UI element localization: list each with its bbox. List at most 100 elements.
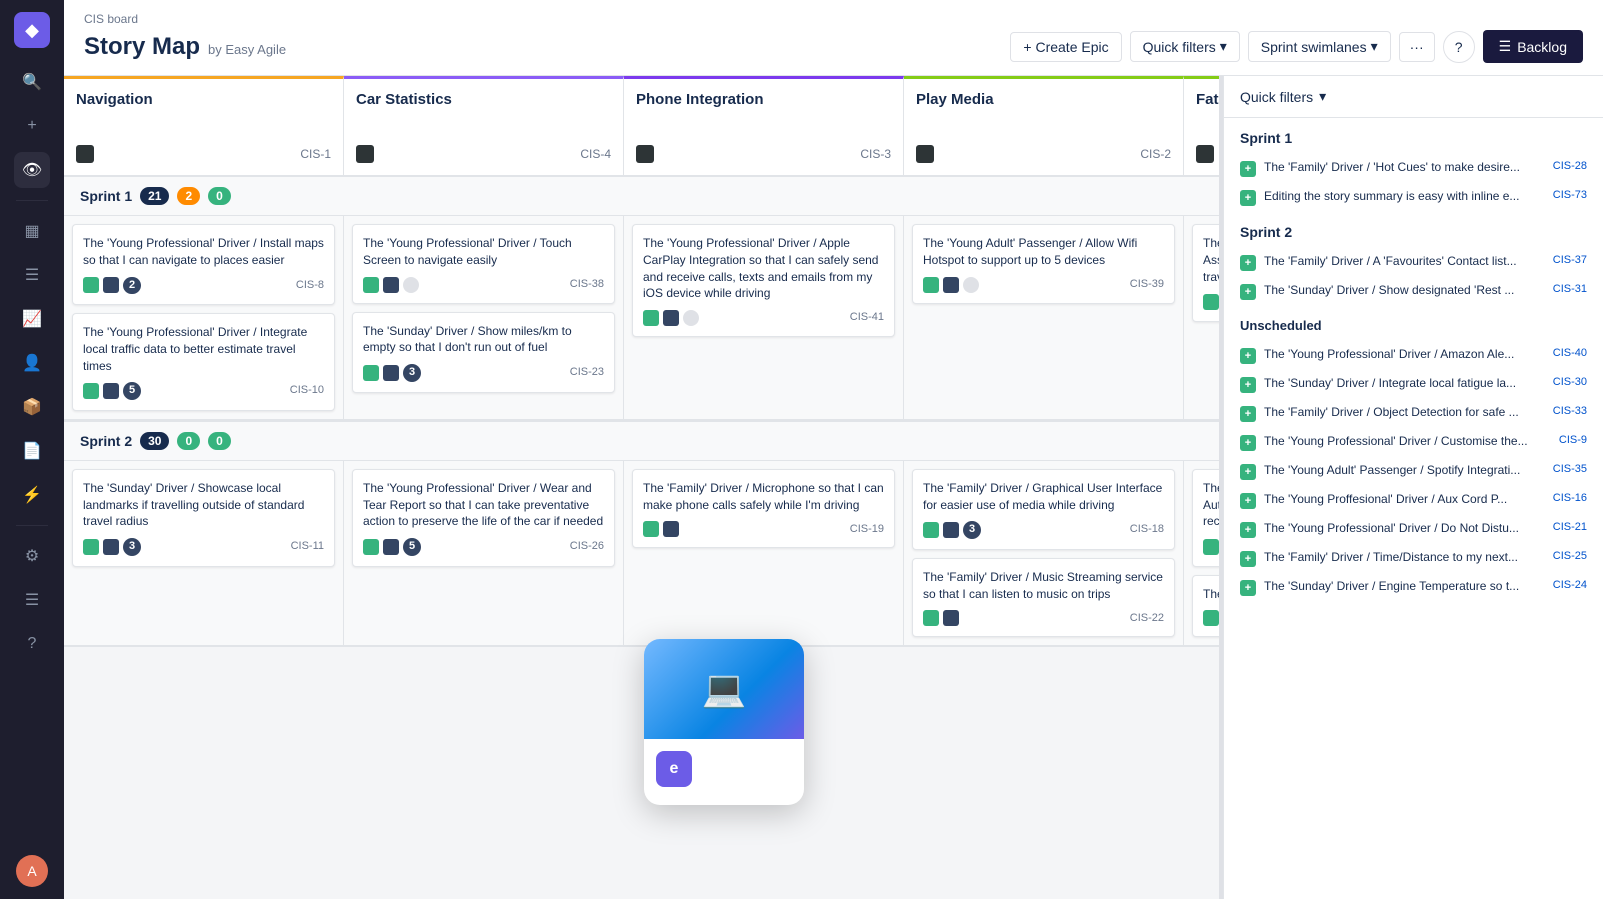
epic-footer-fatigue: CIS-5 [1196, 145, 1219, 163]
epic-car-statistics[interactable]: Car Statistics CIS-4 [344, 76, 624, 175]
sidebar-item-reports[interactable]: ⚡ [14, 477, 50, 513]
sprint-1-col-1: The 'Young Professional' Driver / Instal… [64, 216, 344, 419]
list-item[interactable]: The 'Sunday' Driver / Show designated 'R… [1232, 277, 1595, 306]
green-icon [923, 277, 939, 293]
epic-fatigue-management[interactable]: Fatigue Management CIS-5 [1184, 76, 1219, 175]
gray-circle-icon [963, 277, 979, 293]
backlog-item-ticket: CIS-31 [1553, 283, 1587, 295]
sprint-1-badge-green: 0 [208, 187, 231, 205]
user-avatar[interactable]: A [16, 855, 48, 887]
list-item[interactable]: The 'Family' Driver / Time/Distance to m… [1232, 544, 1595, 573]
list-item[interactable]: The 'Sunday' Driver / Integrate local fa… [1232, 370, 1595, 399]
sidebar-item-menu[interactable]: ☰ [14, 582, 50, 618]
sidebar-item-chart[interactable]: 📈 [14, 301, 50, 337]
story-card-cis39[interactable]: The 'Young Adult' Passenger / Allow Wifi… [912, 224, 1175, 304]
story-card-footer-cis38: CIS-38 [363, 277, 604, 293]
sidebar-item-board[interactable]: ▦ [14, 213, 50, 249]
story-card-fatigue-1[interactable]: The 'Sunday' Driver / Enable 'Tourist Mo… [1192, 224, 1219, 322]
help-button[interactable]: ? [1443, 31, 1475, 63]
more-button[interactable]: ··· [1399, 32, 1435, 62]
backlog-item-ticket: CIS-33 [1553, 405, 1587, 417]
list-item[interactable]: The 'Sunday' Driver / Engine Temperature… [1232, 573, 1595, 602]
story-card-cis38[interactable]: The 'Young Professional' Driver / Touch … [352, 224, 615, 304]
backlog-item-text: The 'Family' Driver / Object Detection f… [1264, 405, 1545, 421]
sidebar-item-eye[interactable]: 👁 [14, 152, 50, 188]
gray-circle-icon [403, 277, 419, 293]
green-icon [923, 522, 939, 538]
backlog-item-ticket: CIS-37 [1553, 254, 1587, 266]
sidebar-item-settings[interactable]: ⚙ [14, 538, 50, 574]
story-icon [1240, 190, 1256, 206]
sidebar-item-list[interactable]: ☰ [14, 257, 50, 293]
story-ticket: CIS-26 [570, 539, 604, 554]
list-item[interactable]: The 'Young Professional' Driver / Do Not… [1232, 515, 1595, 544]
story-card-cis10[interactable]: The 'Young Professional' Driver / Integr… [72, 313, 335, 411]
quick-filters-label: Quick filters [1143, 39, 1216, 55]
list-item[interactable]: The 'Family' Driver / 'Hot Cues' to make… [1232, 154, 1595, 183]
epic-footer-media: CIS-2 [916, 145, 1171, 163]
story-card-footer-cis10: 5 CIS-10 [83, 382, 324, 399]
list-item[interactable]: The 'Young Professional' Driver / Custom… [1232, 428, 1595, 457]
story-card-cis18[interactable]: The 'Family' Driver / Graphical User Int… [912, 469, 1175, 550]
app-logo[interactable]: ◆ [14, 12, 50, 48]
sidebar-item-user[interactable]: 👤 [14, 345, 50, 381]
create-epic-button[interactable]: + Create Epic [1010, 32, 1121, 62]
chevron-down-icon-right: ▾ [1319, 88, 1326, 105]
list-item[interactable]: The 'Family' Driver / Object Detection f… [1232, 399, 1595, 428]
list-item[interactable]: The 'Family' Driver / A 'Favourites' Con… [1232, 248, 1595, 277]
dark-icon [103, 539, 119, 555]
story-map[interactable]: Navigation CIS-1 Car Statistics CIS-4 [64, 76, 1219, 899]
story-card-icons: 2 [83, 277, 141, 294]
story-card-cis23[interactable]: The 'Sunday' Driver / Show miles/km to e… [352, 312, 615, 393]
sprint-swimlanes-label: Sprint swimlanes [1261, 39, 1367, 55]
epic-phone-integration[interactable]: Phone Integration CIS-3 [624, 76, 904, 175]
breadcrumb: CIS board [84, 12, 1583, 26]
story-card-cis7[interactable]: The 'Sunday' Driver / Time Driving Displ… [1192, 575, 1219, 638]
epic-play-media[interactable]: Play Media CIS-2 [904, 76, 1184, 175]
header-bottom: Story Map by Easy Agile + Create Epic Qu… [84, 30, 1583, 63]
story-card-cis6[interactable]: The 'Young Professional' Driver / Androi… [1192, 469, 1219, 567]
quick-filters-button[interactable]: Quick filters ▾ [1130, 31, 1240, 62]
list-item[interactable]: The 'Young Proffesional' Driver / Aux Co… [1232, 486, 1595, 515]
epic-title-fatigue: Fatigue Management [1196, 91, 1219, 108]
story-card-icons: 2 [1203, 293, 1219, 310]
epic-title-phone: Phone Integration [636, 91, 891, 108]
sprint-2-col-5: The 'Young Professional' Driver / Androi… [1184, 461, 1219, 646]
story-count: 3 [403, 364, 421, 381]
sprint-2-col-1: The 'Sunday' Driver / Showcase local lan… [64, 461, 344, 646]
story-card-cis26[interactable]: The 'Young Professional' Driver / Wear a… [352, 469, 615, 567]
dark-icon [943, 522, 959, 538]
sidebar-item-search[interactable]: 🔍 [14, 64, 50, 100]
sidebar-item-package[interactable]: 📦 [14, 389, 50, 425]
story-card-footer-cis19: CIS-19 [643, 521, 884, 537]
backlog-button[interactable]: ☰ Backlog [1483, 30, 1583, 63]
story-card-cis8[interactable]: The 'Young Professional' Driver / Instal… [72, 224, 335, 305]
story-card-footer-cis6: 3 CIS-6 [1203, 538, 1219, 555]
story-card-cis11[interactable]: The 'Sunday' Driver / Showcase local lan… [72, 469, 335, 567]
epic-icon-media [916, 145, 934, 163]
list-item[interactable]: Editing the story summary is easy with i… [1232, 183, 1595, 212]
logo-icon: ◆ [25, 20, 39, 41]
epic-navigation[interactable]: Navigation CIS-1 [64, 76, 344, 175]
right-panel-quick-filters-button[interactable]: Quick filters ▾ [1240, 88, 1326, 105]
green-icon [363, 539, 379, 555]
easy-agile-logo: e [656, 751, 692, 787]
right-panel-content: Sprint 1 The 'Family' Driver / 'Hot Cues… [1224, 118, 1603, 899]
sprint-swimlanes-button[interactable]: Sprint swimlanes ▾ [1248, 31, 1391, 62]
backlog-item-text: Editing the story summary is easy with i… [1264, 189, 1545, 205]
sidebar-item-help[interactable]: ? [14, 626, 50, 662]
sidebar: ◆ 🔍 + 👁 ▦ ☰ 📈 👤 📦 📄 ⚡ ⚙ ☰ ? A [0, 0, 64, 899]
story-card-text: The 'Young Professional' Driver / Apple … [643, 235, 884, 302]
sidebar-item-add[interactable]: + [14, 108, 50, 144]
story-card-cis41[interactable]: The 'Young Professional' Driver / Apple … [632, 224, 895, 337]
header-actions: + Create Epic Quick filters ▾ Sprint swi… [1010, 30, 1583, 63]
sidebar-divider [16, 200, 48, 201]
dark-icon [383, 277, 399, 293]
story-card-cis22[interactable]: The 'Family' Driver / Music Streaming se… [912, 558, 1175, 638]
story-card-icons: 3 [83, 538, 141, 555]
story-card-cis19[interactable]: The 'Family' Driver / Microphone so that… [632, 469, 895, 549]
story-card-footer-cis18: 3 CIS-18 [923, 521, 1164, 538]
list-item[interactable]: The 'Young Adult' Passenger / Spotify In… [1232, 457, 1595, 486]
sidebar-item-pages[interactable]: 📄 [14, 433, 50, 469]
list-item[interactable]: The 'Young Professional' Driver / Amazon… [1232, 341, 1595, 370]
